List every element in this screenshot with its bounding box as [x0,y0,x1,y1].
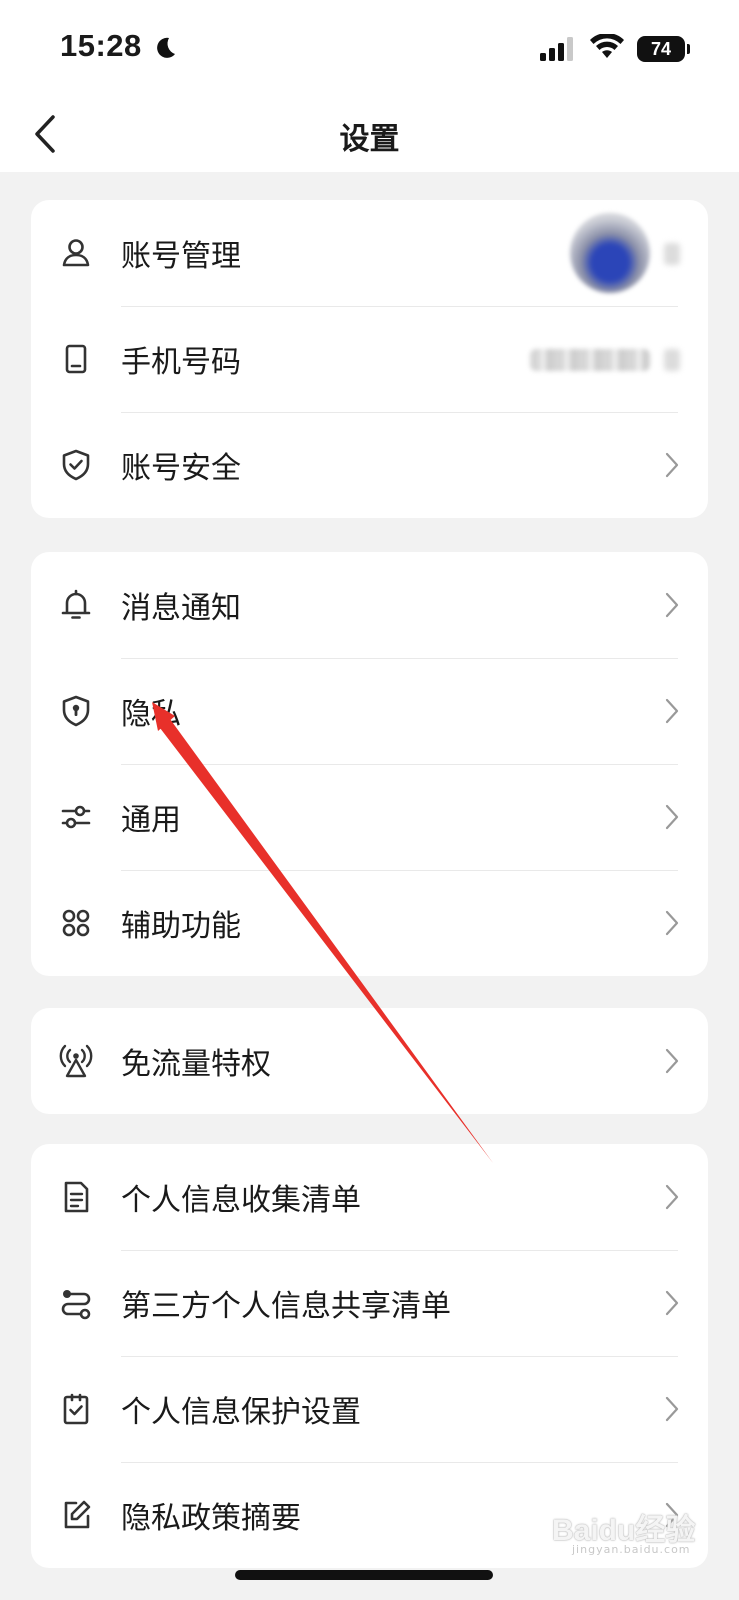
row-accessibility[interactable]: 辅助功能 [31,870,708,976]
account-group: 账号管理 手机号码 账号安全 [31,200,708,518]
privacy-shield-icon [58,693,94,729]
row-label: 账号管理 [121,239,241,274]
row-account-management[interactable]: 账号管理 [31,200,708,306]
chevron-right-icon [664,349,680,371]
general-group: 消息通知 隐私 通用 辅助功能 [31,552,708,976]
home-indicator[interactable] [235,1570,493,1580]
row-label: 通用 [121,803,181,838]
row-label: 第三方个人信息共享清单 [121,1289,451,1324]
row-label: 辅助功能 [121,909,241,944]
person-icon [58,235,94,271]
row-phone-number[interactable]: 手机号码 [31,306,708,412]
phone-icon [58,341,94,377]
chevron-right-icon [664,909,680,937]
row-general[interactable]: 通用 [31,764,708,870]
row-label: 个人信息收集清单 [121,1183,361,1218]
data-free-group: 免流量特权 [31,1008,708,1114]
chevron-right-icon [664,1183,680,1211]
row-data-free-privilege[interactable]: 免流量特权 [31,1008,708,1114]
status-time: 15:28 [60,28,142,63]
page-title: 设置 [339,122,400,157]
row-privacy[interactable]: 隐私 [31,658,708,764]
edit-icon [58,1497,94,1533]
row-info-collection-list[interactable]: 个人信息收集清单 [31,1144,708,1250]
row-label: 消息通知 [121,591,241,626]
chevron-right-icon [664,697,680,725]
chevron-right-icon [664,1047,680,1075]
nav-bar: 设置 [0,96,739,172]
grid-icon [58,905,94,941]
moon-icon [157,37,175,58]
row-notifications[interactable]: 消息通知 [31,552,708,658]
row-label: 账号安全 [121,451,241,486]
battery-tip [687,44,690,54]
row-label: 手机号码 [121,345,241,380]
chevron-right-icon [664,803,680,831]
chevron-right-icon [664,451,680,479]
row-label: 免流量特权 [121,1047,271,1082]
chevron-right-icon [664,1289,680,1317]
chevron-right-icon [664,1395,680,1423]
row-third-party-share-list[interactable]: 第三方个人信息共享清单 [31,1250,708,1356]
shield-check-icon [58,447,94,483]
sliders-icon [58,799,94,835]
row-label: 隐私 [121,697,181,732]
cellular-signal-icon [540,37,573,61]
watermark-url: jingyan.baidu.com [572,1543,691,1556]
battery-level: 74 [637,36,685,62]
bell-icon [58,587,94,623]
row-account-security[interactable]: 账号安全 [31,412,708,518]
avatar [570,213,650,293]
broadcast-icon [58,1043,94,1079]
share-flow-icon [58,1285,94,1321]
row-label: 隐私政策摘要 [121,1501,301,1536]
checklist-icon [58,1391,94,1427]
row-label: 个人信息保护设置 [121,1395,361,1430]
chevron-right-icon [664,243,680,265]
document-icon [58,1179,94,1215]
phone-number-value [530,349,650,371]
wifi-icon [590,34,624,58]
status-bar: 15:28 74 [0,0,739,96]
chevron-right-icon [664,591,680,619]
row-info-protection-settings[interactable]: 个人信息保护设置 [31,1356,708,1462]
